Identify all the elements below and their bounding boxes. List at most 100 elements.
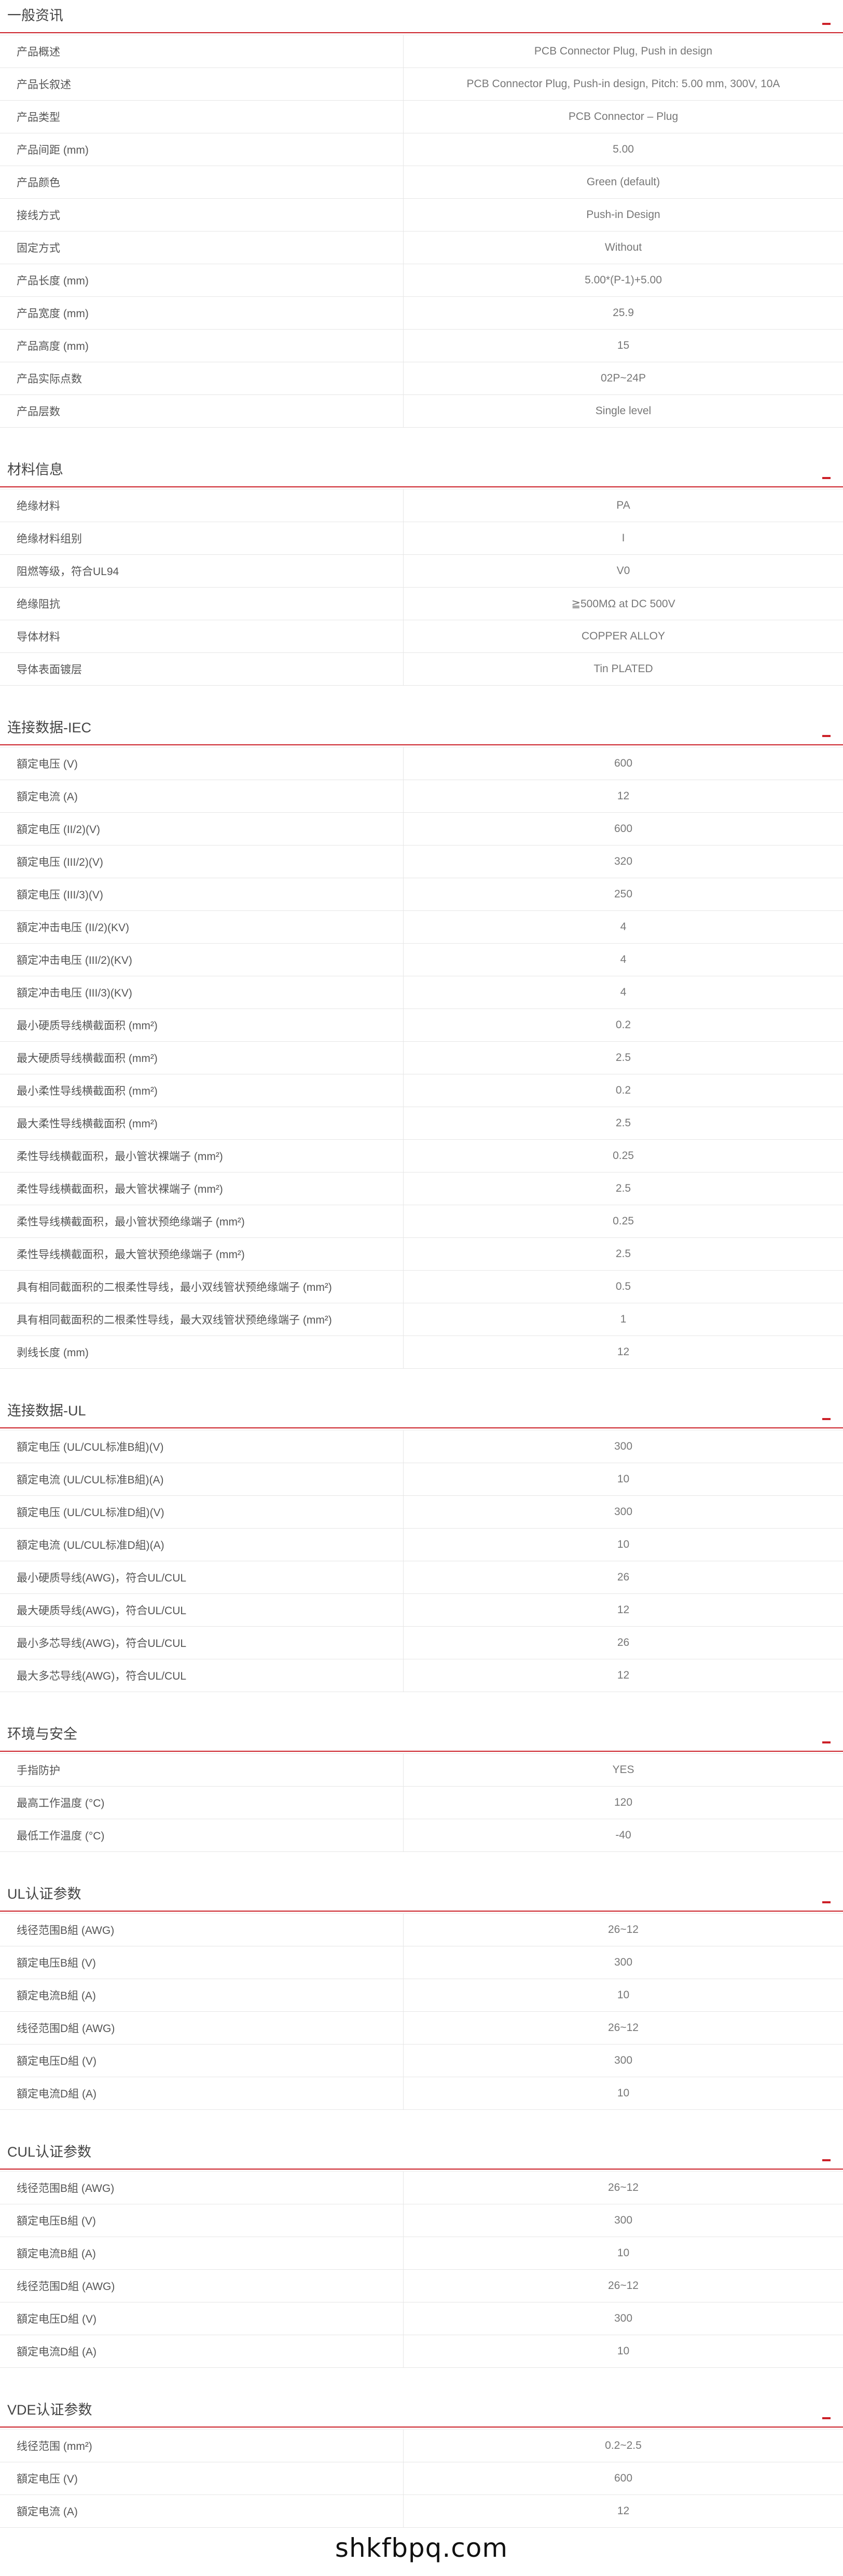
- spec-label: 額定电流 (UL/CUL标准D組)(A): [0, 1529, 404, 1561]
- spec-table: 线径范围B組 (AWG) 26~12 額定电压B組 (V) 300 額定电流B組 (A)…: [0, 2172, 843, 2368]
- spec-label: 产品长叙述: [0, 68, 404, 100]
- table-row: 线径范围D組 (AWG) 26~12: [0, 2270, 843, 2302]
- spec-value: 0.2: [615, 1084, 631, 1096]
- table-row: 額定电流 (UL/CUL标准B組)(A) 10: [0, 1463, 843, 1496]
- spec-table: 額定电压 (V) 600 額定电流 (A) 12 額定电压 (II/2)(V) 600 額定…: [0, 747, 843, 1369]
- spec-value: 26~12: [608, 1924, 639, 1936]
- collapse-icon[interactable]: [822, 2417, 831, 2419]
- collapse-icon[interactable]: [822, 23, 831, 25]
- collapse-icon[interactable]: [822, 1741, 831, 1743]
- section-header[interactable]: 一般资讯: [0, 0, 843, 32]
- table-row: 具有相同截面积的二根柔性导线，最小双线管状预绝缘端子 (mm²) 0.5: [0, 1271, 843, 1303]
- spec-table: 額定电压 (UL/CUL标准B組)(V) 300 額定电流 (UL/CUL标准B組)…: [0, 1430, 843, 1692]
- table-row: 額定电流B組 (A) 10: [0, 1979, 843, 2012]
- spec-value: 26~12: [608, 2022, 639, 2034]
- spec-label: 額定电流 (UL/CUL标准B組)(A): [0, 1463, 404, 1495]
- table-row: 額定电压 (V) 600: [0, 747, 843, 780]
- spec-table: 产品概述 PCB Connector Plug, Push in design 产品…: [0, 35, 843, 428]
- table-row: 具有相同截面积的二根柔性导线，最大双线管状预绝缘端子 (mm²) 1: [0, 1303, 843, 1336]
- table-row: 額定冲击电压 (II/2)(KV) 4: [0, 911, 843, 944]
- table-row: 产品长度 (mm) 5.00*(P-1)+5.00: [0, 264, 843, 297]
- spec-value: 12: [617, 2505, 630, 2517]
- table-row: 绝缘材料 PA: [0, 489, 843, 522]
- table-row: 最高工作温度 (°C) 120: [0, 1787, 843, 1819]
- spec-table: 手指防护 YES 最高工作温度 (°C) 120 最低工作温度 (°C) -40: [0, 1754, 843, 1852]
- spec-value: 02P~24P: [601, 372, 646, 384]
- table-row: 額定电压 (UL/CUL标准D組)(V) 300: [0, 1496, 843, 1529]
- collapse-icon[interactable]: [822, 477, 831, 479]
- spec-value: 2.5: [615, 1052, 631, 1064]
- spec-value: 10: [617, 1473, 630, 1485]
- spec-value: 12: [617, 1346, 630, 1358]
- spec-value: ≧500MΩ at DC 500V: [571, 597, 675, 610]
- table-row: 額定电压D組 (V) 300: [0, 2302, 843, 2335]
- spec-value: Without: [604, 241, 642, 253]
- table-row: 柔性导线横截面积，最大管状预绝缘端子 (mm²) 2.5: [0, 1238, 843, 1271]
- table-row: 額定电流B組 (A) 10: [0, 2237, 843, 2270]
- spec-label: 最小多芯导线(AWG)，符合UL/CUL: [0, 1627, 404, 1659]
- collapse-icon[interactable]: [822, 1901, 831, 1903]
- spec-label: 最大硬质导线(AWG)，符合UL/CUL: [0, 1594, 404, 1626]
- spec-value: -40: [615, 1829, 631, 1841]
- spec-value: 10: [617, 2247, 630, 2259]
- spec-value: 300: [614, 2214, 633, 2226]
- spec-label: 額定电压B組 (V): [0, 1946, 404, 1979]
- spec-value: 5.00: [613, 143, 634, 155]
- section-header[interactable]: 环境与安全: [0, 1719, 843, 1751]
- spec-value: 12: [617, 790, 630, 802]
- spec-label: 绝缘材料组别: [0, 522, 404, 554]
- table-row: 线径范围B組 (AWG) 26~12: [0, 1914, 843, 1946]
- spec-label: 最大硬质导线横截面积 (mm²): [0, 1042, 404, 1074]
- table-row: 绝缘材料组别 I: [0, 522, 843, 555]
- table-row: 額定电压B組 (V) 300: [0, 2204, 843, 2237]
- spec-value: PCB Connector Plug, Push in design: [534, 45, 713, 57]
- table-row: 导体材料 COPPER ALLOY: [0, 620, 843, 653]
- table-row: 最大多芯导线(AWG)，符合UL/CUL 12: [0, 1659, 843, 1692]
- table-row: 柔性导线横截面积，最大管状裸端子 (mm²) 2.5: [0, 1173, 843, 1205]
- collapse-icon[interactable]: [822, 1418, 831, 1420]
- section-header[interactable]: 材料信息: [0, 454, 843, 486]
- section-header[interactable]: VDE认证参数: [0, 2394, 843, 2427]
- spec-label: 額定电压 (V): [0, 2462, 404, 2495]
- section-header[interactable]: UL认证参数: [0, 1878, 843, 1911]
- spec-section: VDE认证参数 线径范围 (mm²) 0.2~2.5 額定电压 (V) 600 額定电流 …: [0, 2394, 843, 2528]
- section-title: 环境与安全: [7, 1726, 77, 1742]
- spec-label: 线径范围D組 (AWG): [0, 2270, 404, 2302]
- spec-label: 柔性导线横截面积，最小管状预绝缘端子 (mm²): [0, 1205, 404, 1237]
- spec-page: 一般资讯 产品概述 PCB Connector Plug, Push in desi…: [0, 0, 843, 2528]
- table-row: 額定冲击电压 (III/2)(KV) 4: [0, 944, 843, 976]
- site-watermark: shkfbpq.com: [335, 2533, 508, 2563]
- spec-label: 額定电压 (III/2)(V): [0, 846, 404, 878]
- spec-value: 4: [620, 953, 627, 965]
- spec-value: I: [621, 532, 625, 544]
- table-row: 最大柔性导线横截面积 (mm²) 2.5: [0, 1107, 843, 1140]
- section-header[interactable]: 连接数据-IEC: [0, 712, 843, 744]
- spec-label: 产品宽度 (mm): [0, 297, 404, 329]
- table-row: 額定电压 (III/2)(V) 320: [0, 846, 843, 878]
- spec-value: 0.2: [615, 1019, 631, 1031]
- spec-value: 0.25: [613, 1215, 634, 1227]
- table-row: 手指防护 YES: [0, 1754, 843, 1787]
- table-row: 最小硬质导线(AWG)，符合UL/CUL 26: [0, 1561, 843, 1594]
- table-row: 最小硬质导线横截面积 (mm²) 0.2: [0, 1009, 843, 1042]
- spec-label: 绝缘材料: [0, 489, 404, 522]
- spec-table: 线径范围B組 (AWG) 26~12 額定电压B組 (V) 300 額定电流B組 (A)…: [0, 1914, 843, 2110]
- spec-value: Tin PLATED: [593, 663, 653, 675]
- collapse-icon[interactable]: [822, 2159, 831, 2161]
- spec-label: 绝缘阻抗: [0, 588, 404, 620]
- spec-label: 額定冲击电压 (II/2)(KV): [0, 911, 404, 943]
- section-header[interactable]: CUL认证参数: [0, 2136, 843, 2169]
- table-row: 阻燃等级，符合UL94 V0: [0, 555, 843, 588]
- spec-label: 手指防护: [0, 1754, 404, 1786]
- spec-value: Single level: [595, 405, 652, 417]
- spec-section: CUL认证参数 线径范围B組 (AWG) 26~12 額定电压B組 (V) 300 額定电…: [0, 2136, 843, 2368]
- spec-value: 26~12: [608, 2182, 639, 2193]
- spec-label: 最低工作温度 (°C): [0, 1819, 404, 1851]
- section-header[interactable]: 连接数据-UL: [0, 1395, 843, 1427]
- spec-label: 具有相同截面积的二根柔性导线，最大双线管状预绝缘端子 (mm²): [0, 1303, 404, 1335]
- table-row: 产品类型 PCB Connector – Plug: [0, 101, 843, 133]
- spec-value: 600: [614, 2472, 633, 2484]
- collapse-icon[interactable]: [822, 735, 831, 737]
